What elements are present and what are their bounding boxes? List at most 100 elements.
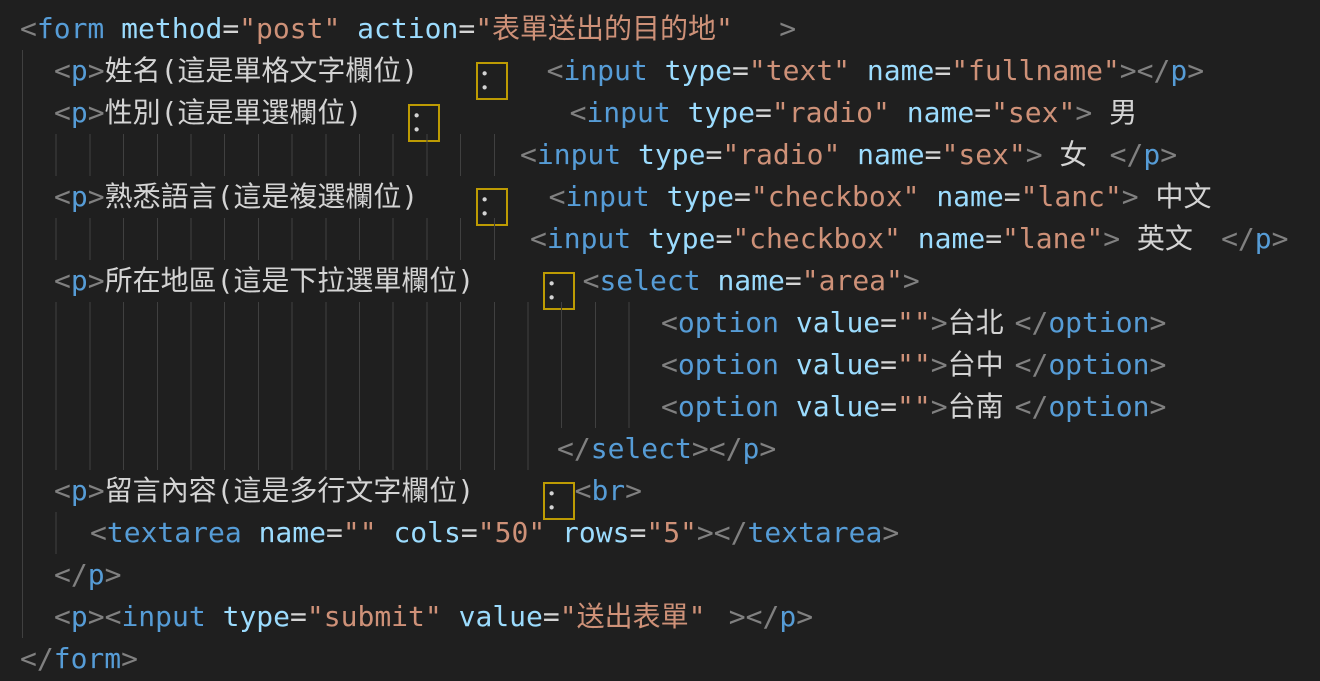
syntax-tag-name: p <box>779 600 796 633</box>
indent-guides <box>22 218 495 260</box>
syntax-attribute-name: value <box>779 306 880 339</box>
syntax-punctuation: > <box>1103 222 1120 255</box>
syntax-attribute-name: type <box>621 138 705 171</box>
syntax-tag-name: br <box>591 474 625 507</box>
code-line[interactable]: <option value="">台南</option> <box>20 386 1320 428</box>
syntax-tag-name: input <box>547 222 631 255</box>
code-text: 男 <box>1092 92 1143 134</box>
syntax-tag-name: p <box>88 558 105 591</box>
code-text: 女 <box>1043 134 1110 176</box>
syntax-equals-operator: = <box>755 96 772 129</box>
syntax-string-value: "post" <box>239 12 340 45</box>
code-line[interactable]: <p><input type="submit" value="送出表單"></p… <box>20 596 1320 638</box>
syntax-string-value: "" <box>897 306 931 339</box>
syntax-punctuation: < <box>661 390 678 423</box>
syntax-attribute-name: name <box>850 54 934 87</box>
syntax-equals-operator: = <box>974 96 991 129</box>
syntax-tag-name: input <box>565 180 649 213</box>
syntax-tag-name: option <box>678 348 779 381</box>
syntax-attribute-name: rows <box>545 516 629 549</box>
code-line[interactable]: <p>熟悉語言(這是複選欄位)： <input type="checkbox" … <box>20 176 1320 218</box>
space-gap <box>508 50 547 92</box>
syntax-tag-name: input <box>537 138 621 171</box>
syntax-attribute-name: type <box>650 180 734 213</box>
code-line[interactable]: </select></p> <box>20 428 1320 470</box>
code-line[interactable]: <option value="">台北</option> <box>20 302 1320 344</box>
code-line[interactable]: <p>性別(這是單選欄位)： <input type="radio" name=… <box>20 92 1320 134</box>
syntax-attribute-name: name <box>890 96 974 129</box>
syntax-punctuation: > <box>1120 54 1137 87</box>
syntax-punctuation: < <box>20 12 37 45</box>
syntax-tag-name: option <box>1048 306 1149 339</box>
syntax-tag-name: form <box>37 12 104 45</box>
syntax-attribute-name: value <box>779 390 880 423</box>
code-text: 姓名(這是單格文字欄位) <box>105 50 476 92</box>
code-text: 台北 <box>948 302 1015 344</box>
syntax-punctuation: > <box>88 264 105 297</box>
code-line[interactable]: </form> <box>20 638 1320 680</box>
code-text: 留言內容(這是多行文字欄位) <box>105 470 543 512</box>
syntax-equals-operator: = <box>985 222 1002 255</box>
syntax-tag-name: option <box>678 306 779 339</box>
syntax-punctuation: > <box>121 642 138 675</box>
syntax-string-value: "" <box>897 348 931 381</box>
syntax-punctuation: < <box>549 180 566 213</box>
syntax-tag-name: p <box>1170 54 1187 87</box>
code-line[interactable]: <form method="post" action="表單送出的目的地"> <box>20 8 1320 50</box>
syntax-string-value: "lane" <box>1002 222 1103 255</box>
code-line[interactable]: <input type="checkbox" name="lane"> 英文 <… <box>20 218 1320 260</box>
code-line[interactable]: <p>留言內容(這是多行文字欄位)：<br> <box>20 470 1320 512</box>
syntax-equals-operator: = <box>925 138 942 171</box>
syntax-punctuation: > <box>1149 390 1166 423</box>
syntax-punctuation: > <box>1026 138 1043 171</box>
syntax-punctuation: > <box>759 432 776 465</box>
syntax-punctuation: < <box>530 222 547 255</box>
syntax-punctuation: > <box>1075 96 1092 129</box>
syntax-string-value: "" <box>897 390 931 423</box>
syntax-string-value: "area" <box>802 264 903 297</box>
syntax-punctuation: > <box>1122 180 1139 213</box>
syntax-equals-operator: = <box>458 12 475 45</box>
syntax-equals-operator: = <box>785 264 802 297</box>
syntax-equals-operator: = <box>734 180 751 213</box>
syntax-tag-name: p <box>71 96 88 129</box>
syntax-string-value: "5" <box>646 516 697 549</box>
code-text: 台南 <box>948 386 1015 428</box>
syntax-equals-operator: = <box>880 348 897 381</box>
syntax-string-value: "lanc" <box>1021 180 1122 213</box>
code-line-content: <p><input type="submit" value="送出表單"></p… <box>54 596 813 638</box>
syntax-punctuation: > <box>779 12 796 45</box>
code-line[interactable]: <p>姓名(這是單格文字欄位)： <input type="text" name… <box>20 50 1320 92</box>
syntax-punctuation: </ <box>1015 390 1049 423</box>
syntax-tag-name: option <box>1048 348 1149 381</box>
indent-guides <box>22 512 57 554</box>
indent-guides <box>22 302 630 344</box>
syntax-attribute-name: type <box>206 600 290 633</box>
syntax-punctuation: < <box>54 264 71 297</box>
code-editor[interactable]: <form method="post" action="表單送出的目的地"><p… <box>0 0 1320 681</box>
syntax-punctuation: < <box>54 54 71 87</box>
syntax-punctuation: </ <box>1137 54 1171 87</box>
code-line[interactable]: <textarea name="" cols="50" rows="5"></t… <box>20 512 1320 554</box>
syntax-punctuation: </ <box>20 642 54 675</box>
syntax-equals-operator: = <box>705 138 722 171</box>
syntax-punctuation: < <box>54 180 71 213</box>
syntax-punctuation: > <box>1272 222 1289 255</box>
code-text: 性別(這是單選欄位) <box>105 92 408 134</box>
syntax-punctuation: > <box>88 180 105 213</box>
syntax-string-value: "radio" <box>772 96 890 129</box>
syntax-punctuation: </ <box>557 432 591 465</box>
syntax-punctuation: < <box>54 600 71 633</box>
indent-guides <box>22 344 630 386</box>
syntax-punctuation: > <box>1149 306 1166 339</box>
syntax-tag-name: input <box>121 600 205 633</box>
code-line[interactable]: <option value="">台中</option> <box>20 344 1320 386</box>
syntax-equals-operator: = <box>461 516 478 549</box>
syntax-string-value: "表單送出的目的地" <box>475 8 779 50</box>
indent-guides <box>22 428 529 470</box>
code-line-content: <option value="">台中</option> <box>661 344 1166 386</box>
code-line[interactable]: </p> <box>20 554 1320 596</box>
code-line[interactable]: <input type="radio" name="sex"> 女 </p> <box>20 134 1320 176</box>
code-line[interactable]: <p>所在地區(這是下拉選單欄位)： <select name="area"> <box>20 260 1320 302</box>
space-gap <box>508 176 549 218</box>
